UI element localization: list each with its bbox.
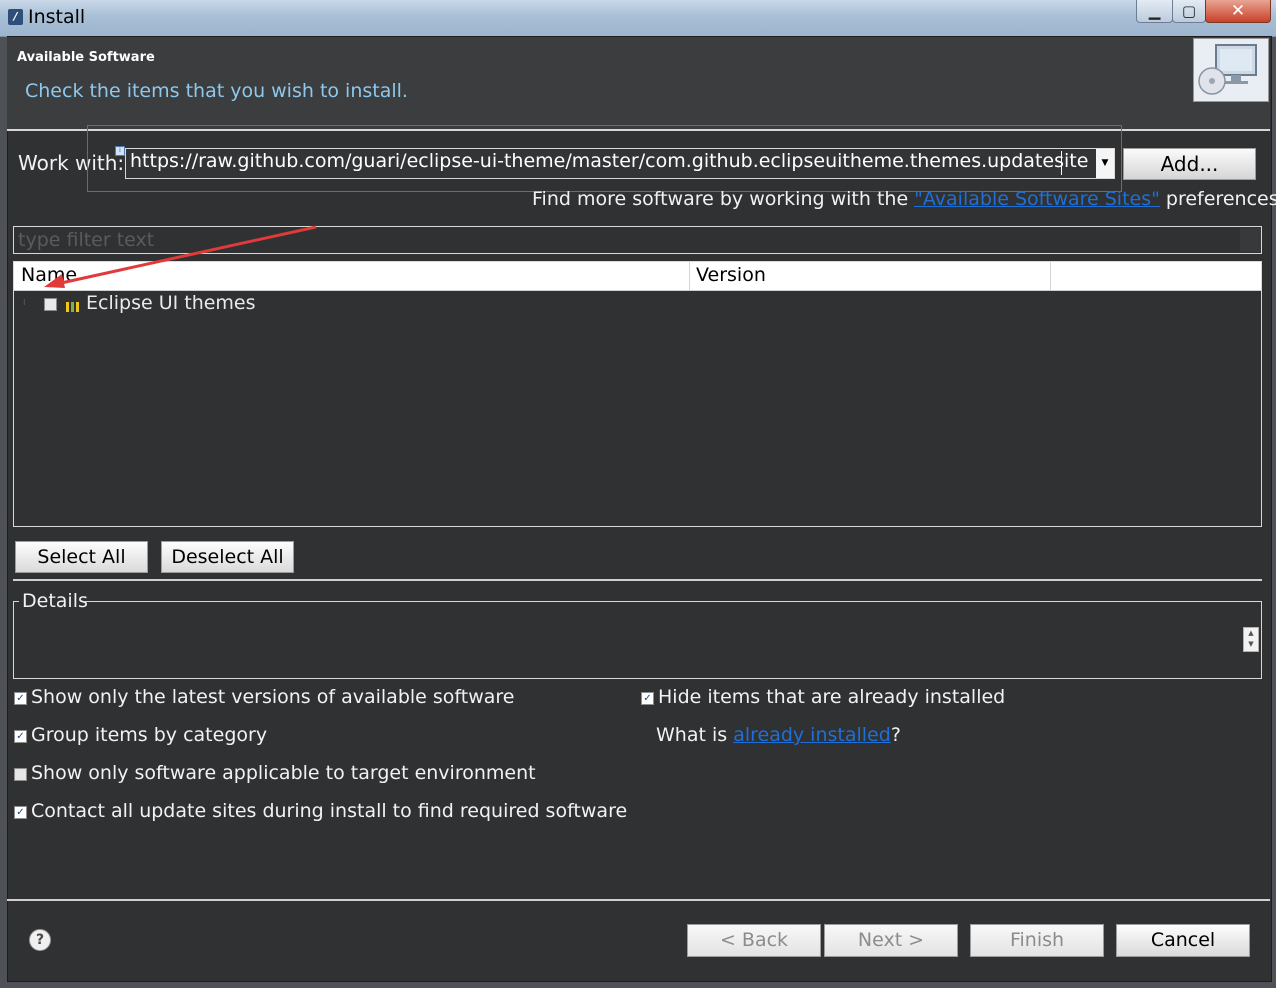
tree-item-checkbox[interactable]	[44, 298, 57, 311]
category-icon	[66, 297, 80, 312]
already-installed-link[interactable]: already installed	[733, 724, 891, 746]
already-installed-suffix: ?	[890, 724, 901, 746]
scroll-down-icon[interactable]: ▼	[1244, 639, 1258, 650]
maximize-icon: ▢	[1181, 2, 1197, 20]
hide-installed-checkbox[interactable]: ✓	[641, 692, 654, 705]
contact-all-sites-checkbox[interactable]: ✓	[14, 806, 27, 819]
app-icon: /	[8, 9, 23, 25]
window-titlebar[interactable]	[0, 0, 1276, 37]
show-latest-checkbox[interactable]: ✓	[14, 692, 27, 705]
column-divider[interactable]	[1050, 262, 1051, 290]
finish-button[interactable]: Finish	[970, 924, 1104, 957]
details-scrollbar[interactable]: ▲ ▼	[1243, 627, 1259, 652]
group-by-category-checkbox[interactable]: ✓	[14, 730, 27, 743]
cancel-button[interactable]: Cancel	[1116, 924, 1250, 957]
separator	[13, 579, 1262, 581]
maximize-button[interactable]: ▢	[1172, 0, 1206, 23]
annotation-highlight-box	[87, 125, 1122, 192]
minimize-icon: ▁	[1148, 2, 1161, 20]
group-border	[13, 601, 19, 602]
close-button[interactable]: ✕	[1205, 0, 1271, 23]
column-divider[interactable]	[689, 262, 690, 290]
footer-separator	[7, 899, 1270, 901]
deselect-all-button[interactable]: Deselect All	[161, 541, 294, 573]
scroll-up-icon[interactable]: ▲	[1244, 628, 1258, 639]
next-button[interactable]: Next >	[824, 924, 958, 957]
details-group	[13, 601, 1262, 679]
already-installed-prefix: What is	[656, 724, 734, 746]
hide-installed-label[interactable]: Hide items that are already installed	[658, 686, 1005, 708]
available-software-sites-link[interactable]: "Available Software Sites"	[914, 188, 1160, 210]
applicable-only-label[interactable]: Show only software applicable to target …	[31, 762, 536, 784]
help-icon[interactable]: ?	[29, 929, 51, 951]
tree-item-label[interactable]: Eclipse UI themes	[86, 292, 256, 314]
close-icon: ✕	[1230, 1, 1246, 21]
contact-all-sites-label[interactable]: Contact all update sites during install …	[31, 800, 627, 822]
page-title: Available Software	[17, 50, 155, 65]
find-more-suffix: preferences.	[1159, 188, 1276, 210]
column-header-version[interactable]: Version	[696, 264, 766, 286]
already-installed-text: What is already installed?	[656, 724, 901, 746]
applicable-only-checkbox[interactable]: ✓	[14, 768, 27, 781]
show-latest-label[interactable]: Show only the latest versions of availab…	[31, 686, 514, 708]
minimize-button[interactable]: ▁	[1136, 0, 1173, 23]
find-more-text: Find more software by working with the "…	[532, 188, 1276, 210]
add-site-button[interactable]: Add...	[1123, 148, 1256, 180]
install-wizard-icon	[1193, 38, 1269, 102]
tree-expand-icon[interactable]: ⁝	[23, 298, 26, 307]
group-by-category-label[interactable]: Group items by category	[31, 724, 267, 746]
filter-clear-icon[interactable]	[1240, 228, 1261, 252]
page-subtitle: Check the items that you wish to install…	[25, 80, 408, 102]
window-title: Install	[28, 6, 86, 28]
back-button[interactable]: < Back	[687, 924, 821, 957]
find-more-prefix: Find more software by working with the	[532, 188, 915, 210]
details-label: Details	[22, 590, 88, 612]
annotation-arrow	[44, 225, 317, 288]
group-border	[85, 601, 1262, 602]
select-all-button[interactable]: Select All	[15, 541, 148, 573]
